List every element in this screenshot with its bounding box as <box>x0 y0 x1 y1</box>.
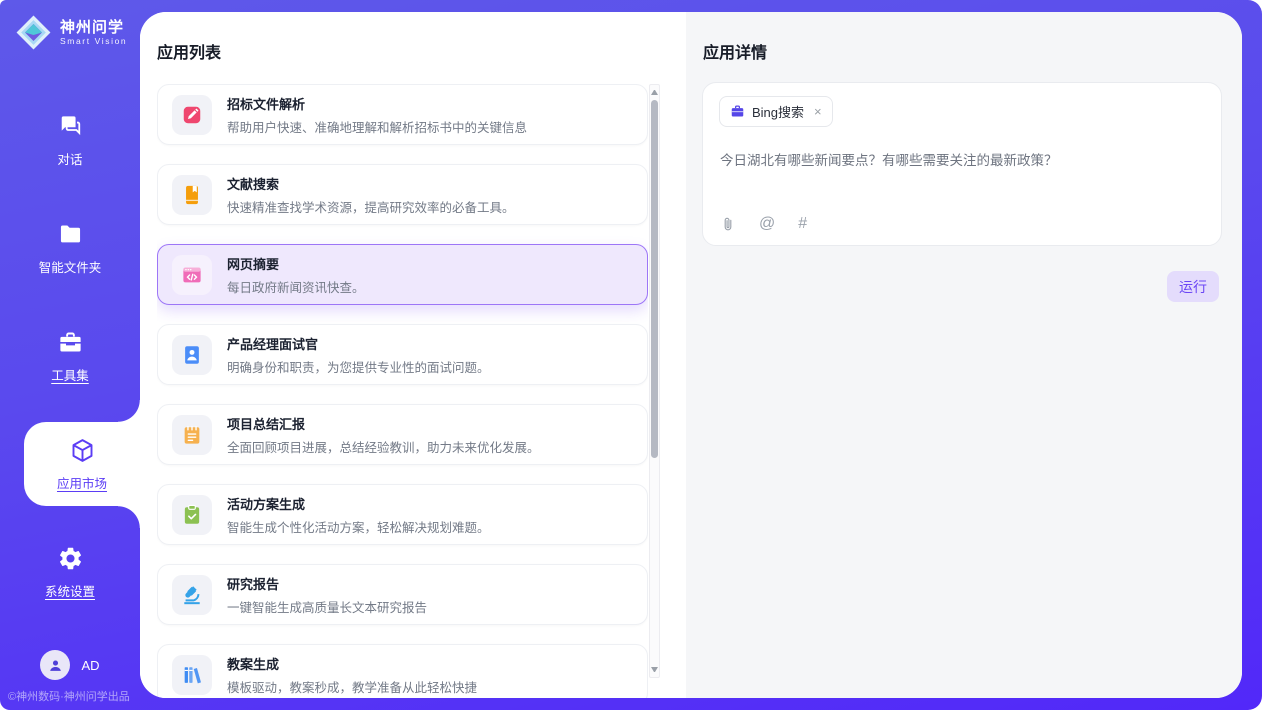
hash-icon[interactable]: # <box>798 216 807 232</box>
browser-icon <box>172 255 212 295</box>
content-area: 应用列表 招标文件解析 帮助用户快速、准确地理解和解析招标书中的关键信息 文献搜… <box>140 12 1242 698</box>
sidebar-nav: 对话 智能文件夹 工具集 应用市场 系统设置 <box>0 108 140 648</box>
copyright-note: ©神州数码·神州问学出品 <box>8 688 130 704</box>
edit-icon <box>172 95 212 135</box>
avatar[interactable] <box>40 650 70 680</box>
sidebar-item-app-market[interactable]: 应用市场 <box>24 422 140 506</box>
app-list-title: 应用列表 <box>157 39 221 63</box>
gear-icon <box>57 545 84 572</box>
brand-logo: 神州问学 Smart Vision <box>15 14 127 51</box>
cube-icon <box>69 437 96 464</box>
close-icon[interactable]: × <box>814 104 822 119</box>
diamond-logo-icon <box>15 14 52 51</box>
app-card-pm-interviewer[interactable]: 产品经理面试官 明确身份和职责，为您提供专业性的面试问题。 <box>157 324 648 385</box>
chat-icon <box>57 113 84 140</box>
mention-icon[interactable]: @ <box>759 216 775 232</box>
tool-chip-bing-search[interactable]: Bing搜索 × <box>719 96 833 127</box>
app-card-web-digest[interactable]: 网页摘要 每日政府新闻资讯快查。 <box>157 244 648 305</box>
microscope-icon <box>172 575 212 615</box>
books-icon <box>172 655 212 695</box>
scrollbar-thumb[interactable] <box>651 100 658 458</box>
sidebar-item-toolset[interactable]: 工具集 <box>0 324 140 388</box>
sidebar-item-smart-folders[interactable]: 智能文件夹 <box>0 216 140 280</box>
person-icon <box>47 657 64 674</box>
composer-toolbar: @ # <box>720 216 807 232</box>
app-detail-panel: 应用详情 Bing搜索 × 今日湖北有哪些新闻要点？有哪些需要关注的最新政策？ … <box>686 12 1242 698</box>
folder-icon <box>57 221 84 248</box>
user-row[interactable]: AD <box>0 650 140 680</box>
sidebar-item-chat[interactable]: 对话 <box>0 108 140 172</box>
scroll-up-arrow-icon[interactable] <box>651 90 658 95</box>
query-input[interactable]: 今日湖北有哪些新闻要点？有哪些需要关注的最新政策？ <box>720 151 1205 171</box>
app-root: { "brand": { "name": "神州问学", "subtitle":… <box>0 0 1270 714</box>
brand-subtitle: Smart Vision <box>60 36 127 46</box>
prompt-card: Bing搜索 × 今日湖北有哪些新闻要点？有哪些需要关注的最新政策？ @ # <box>702 82 1222 246</box>
app-card-research-report[interactable]: 研究报告 一键智能生成高质量长文本研究报告 <box>157 564 648 625</box>
attachment-icon[interactable] <box>720 216 736 232</box>
app-card-list: 招标文件解析 帮助用户快速、准确地理解和解析招标书中的关键信息 文献搜索 快速精… <box>157 84 648 698</box>
app-card-tender-doc-parse[interactable]: 招标文件解析 帮助用户快速、准确地理解和解析招标书中的关键信息 <box>157 84 648 145</box>
user-initials: AD <box>81 658 99 673</box>
sidebar: 神州问学 Smart Vision 对话 智能文件夹 工具集 应用市场 系统设置… <box>0 0 140 710</box>
app-card-event-plan[interactable]: 活动方案生成 智能生成个性化活动方案，轻松解决规划难题。 <box>157 484 648 545</box>
interview-icon <box>172 335 212 375</box>
app-list-panel: 应用列表 招标文件解析 帮助用户快速、准确地理解和解析招标书中的关键信息 文献搜… <box>140 12 686 698</box>
clipboard-icon <box>172 495 212 535</box>
scroll-down-arrow-icon[interactable] <box>651 667 658 672</box>
app-card-lesson-plan[interactable]: 教案生成 模板驱动，教案秒成，教学准备从此轻松快捷 <box>157 644 648 698</box>
app-card-project-summary[interactable]: 项目总结汇报 全面回顾项目进展，总结经验教训，助力未来优化发展。 <box>157 404 648 465</box>
app-frame: 神州问学 Smart Vision 对话 智能文件夹 工具集 应用市场 系统设置… <box>0 0 1262 710</box>
scrollbar[interactable] <box>649 84 660 678</box>
brand-name: 神州问学 <box>60 19 127 36</box>
app-detail-title: 应用详情 <box>703 39 767 63</box>
app-card-literature-search[interactable]: 文献搜索 快速精准查找学术资源，提高研究效率的必备工具。 <box>157 164 648 225</box>
tool-chip-label: Bing搜索 <box>752 102 804 121</box>
sidebar-item-system-settings[interactable]: 系统设置 <box>0 540 140 604</box>
run-button[interactable]: 运行 <box>1167 271 1219 302</box>
toolbox-icon <box>57 329 84 356</box>
briefcase-icon <box>730 104 745 119</box>
notepad-icon <box>172 415 212 455</box>
book-icon <box>172 175 212 215</box>
run-row: 运行 <box>1167 271 1219 302</box>
